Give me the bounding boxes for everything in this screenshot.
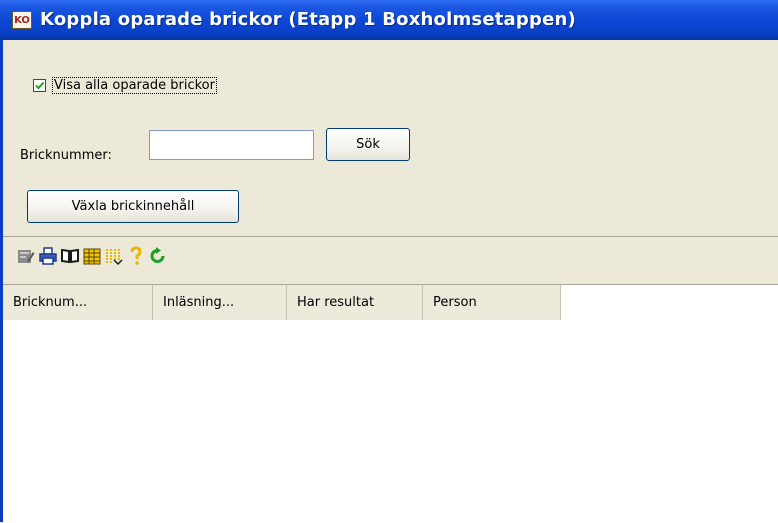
edit-icon[interactable]: [17, 246, 35, 266]
columns-icon[interactable]: [105, 246, 123, 266]
table-body[interactable]: [3, 320, 778, 523]
column-header-readout[interactable]: Inläsning...: [153, 285, 287, 320]
table-header: Bricknum... Inläsning... Har resultat Pe…: [3, 285, 561, 322]
title-bar[interactable]: KO Koppla oparade brickor (Etapp 1 Boxho…: [0, 0, 778, 40]
help-icon[interactable]: [127, 246, 145, 266]
chip-number-label: Bricknummer:: [20, 148, 112, 163]
search-button[interactable]: Sök: [326, 128, 410, 161]
table-grid-icon[interactable]: [83, 246, 101, 266]
show-all-unpaired-option[interactable]: Visa alla oparade brickor: [33, 76, 217, 94]
column-header-chip-number[interactable]: Bricknum...: [3, 285, 153, 320]
column-header-has-result[interactable]: Har resultat: [287, 285, 423, 320]
app-icon: KO: [12, 11, 32, 29]
toggle-chip-content-button[interactable]: Växla brickinnehåll: [27, 190, 239, 223]
window-title: Koppla oparade brickor (Etapp 1 Boxholms…: [40, 9, 576, 30]
unpaired-chips-window: KO Koppla oparade brickor (Etapp 1 Boxho…: [0, 0, 778, 523]
chip-number-input[interactable]: [149, 130, 314, 160]
column-header-person[interactable]: Person: [423, 285, 561, 320]
unpaired-chips-table[interactable]: Bricknum... Inläsning... Har resultat Pe…: [3, 284, 778, 523]
show-all-label[interactable]: Visa alla oparade brickor: [52, 76, 217, 94]
refresh-icon[interactable]: [149, 246, 167, 266]
separator: [3, 236, 778, 237]
print-icon[interactable]: [39, 246, 57, 266]
checkmark-icon: [35, 81, 45, 89]
book-icon[interactable]: [61, 246, 79, 266]
toolbar: [17, 243, 167, 269]
show-all-checkbox[interactable]: [33, 78, 46, 92]
